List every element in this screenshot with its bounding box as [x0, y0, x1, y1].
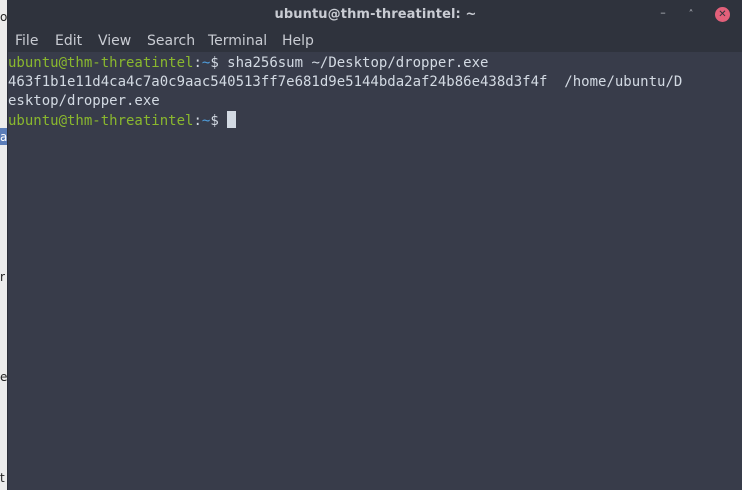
menu-search[interactable]: Search: [147, 33, 195, 49]
command-text: sha256sum ~/Desktop/dropper.exe: [227, 55, 489, 71]
prompt-symbol: $: [210, 113, 228, 129]
terminal-output-area[interactable]: ubuntu@thm-threatintel:~$ sha256sum ~/De…: [8, 52, 742, 490]
menu-terminal[interactable]: Terminal: [208, 33, 267, 49]
terminal-window[interactable]: ubuntu@thm-threatintel: ~ – ˄ ✕ File Edi…: [7, 0, 742, 490]
menu-bar: File Edit View Search Terminal Help: [8, 30, 742, 52]
active-prompt-line[interactable]: ubuntu@thm-threatintel:~$: [8, 111, 237, 131]
close-button[interactable]: ✕: [715, 7, 730, 22]
menu-file[interactable]: File: [15, 33, 38, 49]
prompt-user-host: ubuntu@thm-threatintel: [8, 113, 194, 129]
prompt-colon: :: [193, 113, 202, 129]
minimize-button[interactable]: –: [656, 6, 670, 20]
prompt-user-host: ubuntu@thm-threatintel: [8, 55, 194, 71]
output-line: esktop/dropper.exe: [8, 93, 160, 109]
desktop-icon-label-fragment[interactable]: t: [0, 471, 5, 485]
maximize-button[interactable]: ˄: [684, 8, 698, 22]
output-line: 463f1b1e11d4ca4c7a0c9aac540513ff7e681d9e…: [8, 74, 683, 90]
command-line: ubuntu@thm-threatintel:~$ sha256sum ~/De…: [8, 54, 488, 73]
menu-help[interactable]: Help: [282, 33, 314, 49]
prompt-colon: :: [193, 55, 202, 71]
screen: o a r e t ubuntu@thm-threatintel: ~ – ˄ …: [0, 0, 742, 490]
window-title: ubuntu@thm-threatintel: ~: [274, 7, 477, 22]
scrollbar[interactable]: [735, 52, 742, 490]
menu-edit[interactable]: Edit: [55, 33, 82, 49]
text-cursor: [227, 111, 237, 128]
title-bar[interactable]: ubuntu@thm-threatintel: ~ – ˄ ✕: [8, 0, 742, 30]
desktop-icon-label-fragment[interactable]: r: [0, 270, 5, 284]
prompt-symbol: $: [210, 55, 228, 71]
menu-view[interactable]: View: [98, 33, 131, 49]
